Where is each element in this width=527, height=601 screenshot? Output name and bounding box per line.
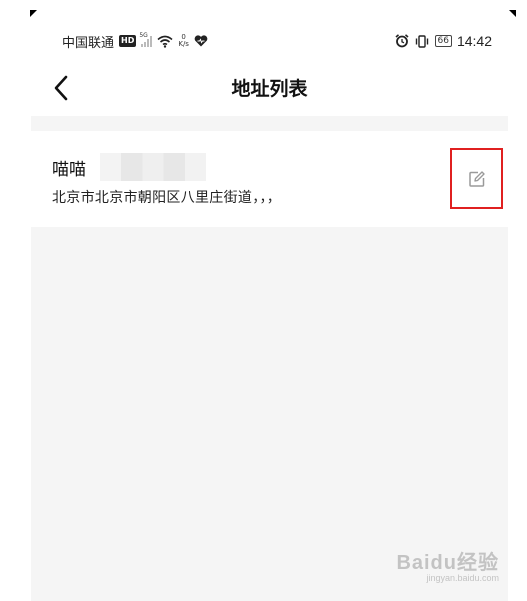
network-type-label: 5G <box>139 32 148 39</box>
carrier-name: 中国联通 <box>62 35 115 51</box>
status-right: 66 14:42 <box>394 33 492 49</box>
edit-icon <box>468 170 485 187</box>
screen: 中国联通 HD 5G 0 K/s 66 14:42 地址列表 喵喵 北京市北京市… <box>0 0 527 601</box>
net-speed: 0 K/s <box>178 34 189 48</box>
watermark: Baidu经验 jingyan.baidu.com <box>396 546 499 583</box>
heart-icon <box>194 35 208 47</box>
page-title: 地址列表 <box>231 78 308 100</box>
battery-icon: 66 <box>434 35 452 47</box>
wifi-icon <box>157 35 173 48</box>
address-name-row: 喵喵 <box>52 153 206 181</box>
nav-header: 地址列表 <box>31 68 508 108</box>
clock-time: 14:42 <box>456 33 492 49</box>
watermark-logo: Baidu经验 <box>396 552 499 574</box>
address-item[interactable]: 喵喵 北京市北京市朝阳区八里庄街道，，， <box>31 131 508 227</box>
address-detail: 北京市北京市朝阳区八里庄街道，，， <box>52 190 282 206</box>
alarm-icon <box>394 34 409 48</box>
edit-address-button[interactable] <box>450 148 503 209</box>
vibrate-icon <box>415 34 428 48</box>
status-left: 中国联通 HD 5G 0 K/s <box>62 32 208 51</box>
corner-mark <box>509 10 516 17</box>
status-bar: 中国联通 HD 5G 0 K/s 66 14:42 <box>62 28 492 54</box>
battery-level: 66 <box>437 36 449 46</box>
hd-badge: HD <box>119 35 137 47</box>
corner-mark <box>30 10 37 17</box>
recipient-name: 喵喵 <box>52 159 86 180</box>
phone-mosaic <box>100 153 206 181</box>
signal-icon: 5G <box>139 32 153 47</box>
net-speed-unit: K/s <box>178 40 189 48</box>
